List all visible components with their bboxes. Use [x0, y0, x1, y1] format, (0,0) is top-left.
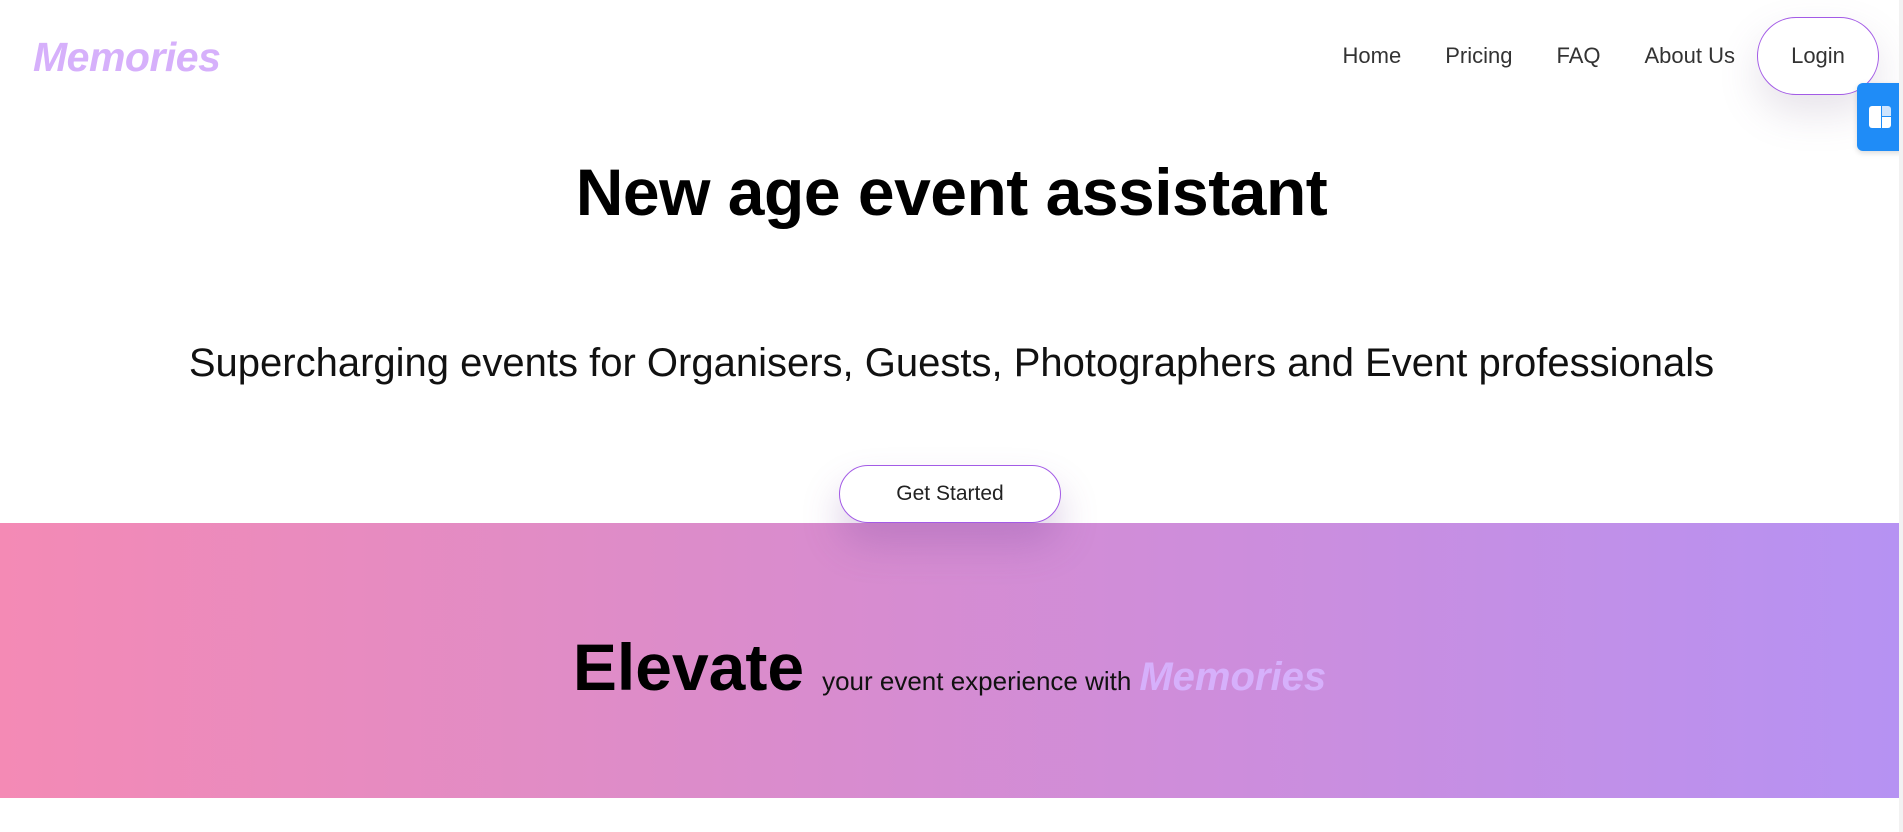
promo-headline: Elevate your event experience with Memor… — [573, 629, 1326, 705]
side-widget-button[interactable] — [1857, 83, 1903, 151]
page: Memories Home Pricing FAQ About Us Login… — [0, 0, 1903, 832]
promo-big-word: Elevate — [572, 629, 805, 704]
nav-home[interactable]: Home — [1343, 43, 1402, 69]
nav-about-us[interactable]: About Us — [1645, 43, 1736, 69]
promo-brand: Memories — [1139, 654, 1327, 699]
nav-faq[interactable]: FAQ — [1556, 43, 1600, 69]
layout-panel-icon — [1869, 106, 1891, 128]
hero-subtitle: Supercharging events for Organisers, Gue… — [188, 341, 1715, 385]
logo[interactable]: Memories — [33, 34, 221, 81]
promo-text: your event experience with — [822, 665, 1132, 696]
scrollbar[interactable] — [1899, 0, 1903, 832]
nav-pricing[interactable]: Pricing — [1445, 43, 1512, 69]
hero-title: New age event assistant — [575, 155, 1328, 229]
main-nav: Home Pricing FAQ About Us Login — [1343, 17, 1879, 95]
get-started-button[interactable]: Get Started — [839, 465, 1061, 523]
promo-band: Elevate your event experience with Memor… — [0, 523, 1899, 798]
